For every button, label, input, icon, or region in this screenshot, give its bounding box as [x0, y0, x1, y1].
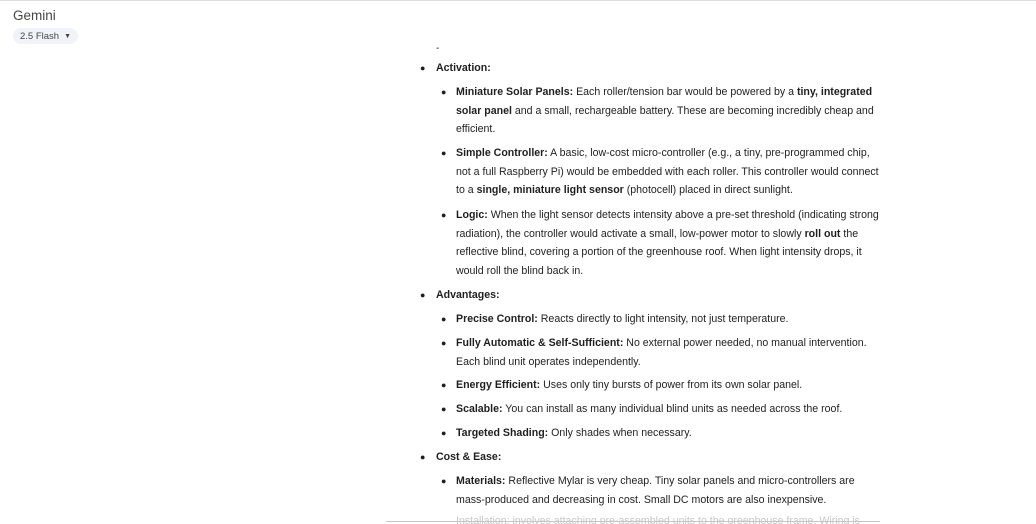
bullet-icon: ●	[420, 63, 426, 73]
bullet-icon: ●	[420, 452, 426, 462]
item-emphasis: single, miniature light sensor	[476, 184, 624, 196]
item-text: Each roller/tension bar would be powered…	[573, 86, 797, 98]
bullet-icon: ●	[441, 476, 447, 486]
app-title: Gemini	[13, 8, 56, 23]
item-label: Logic:	[456, 209, 488, 221]
section-title-activation: Activation:	[436, 62, 491, 74]
item-text: (photocell) placed in direct sunlight.	[623, 184, 793, 196]
item-text: Reacts directly to light intensity, not …	[537, 313, 789, 325]
item-label: Energy Efficient:	[456, 379, 541, 391]
bullet-icon: ●	[441, 338, 447, 348]
input-area-border	[386, 521, 880, 522]
item-text: You can install as many individual blind…	[502, 403, 843, 415]
item-emphasis: roll out	[804, 227, 841, 240]
item-label: Miniature Solar Panels:	[456, 86, 574, 98]
list-item: ● Energy Efficient: Uses only tiny burst…	[441, 376, 882, 395]
item-text: and a small, rechargeable battery. These…	[456, 104, 874, 136]
top-border	[0, 0, 1036, 1]
dash-marker: -	[436, 43, 440, 54]
bullet-icon: ●	[441, 428, 447, 438]
cut-off-text: Installation: involves attaching pre-ass…	[456, 515, 860, 524]
app-header: Gemini 2.5 Flash ▼	[13, 8, 79, 44]
item-label: Scalable:	[456, 403, 503, 415]
item-text: Reflective Mylar is very cheap. Tiny sol…	[456, 475, 855, 506]
bullet-icon: ●	[441, 380, 447, 390]
bullet-icon: ●	[441, 314, 447, 324]
item-label: Precise Control:	[456, 313, 538, 325]
bullet-icon: ●	[420, 290, 426, 300]
bullet-icon: ●	[441, 210, 447, 220]
bullet-icon: ●	[441, 404, 447, 414]
list-item: ● Miniature Solar Panels: Each roller/te…	[441, 83, 882, 139]
list-item: ● Fully Automatic & Self-Sufficient: No …	[441, 334, 882, 371]
dropdown-caret-icon: ▼	[64, 32, 72, 40]
item-label: Simple Controller:	[456, 147, 548, 159]
bullet-icon: ●	[441, 87, 447, 97]
list-item: ● Targeted Shading: Only shades when nec…	[441, 424, 882, 443]
list-item: ● Materials: Reflective Mylar is very ch…	[441, 472, 882, 509]
item-text: Only shades when necessary.	[548, 427, 692, 439]
item-text: Uses only tiny bursts of power from its …	[540, 379, 803, 391]
item-label: Fully Automatic & Self-Sufficient:	[456, 337, 624, 349]
section-title-cost-ease: Cost & Ease:	[436, 451, 502, 463]
list-item: ● Precise Control: Reacts directly to li…	[441, 310, 882, 329]
list-item: ● Logic: When the light sensor detects i…	[441, 206, 882, 280]
section-title-advantages: Advantages:	[436, 289, 500, 301]
list-item: ● Scalable: You can install as many indi…	[441, 400, 882, 419]
item-label: Targeted Shading:	[456, 427, 549, 439]
bullet-icon: ●	[441, 148, 447, 158]
list-item: ● Simple Controller: A basic, low-cost m…	[441, 144, 882, 200]
model-selector-button[interactable]: 2.5 Flash ▼	[13, 28, 79, 44]
model-label: 2.5 Flash	[20, 30, 60, 42]
item-label: Materials:	[456, 475, 506, 487]
